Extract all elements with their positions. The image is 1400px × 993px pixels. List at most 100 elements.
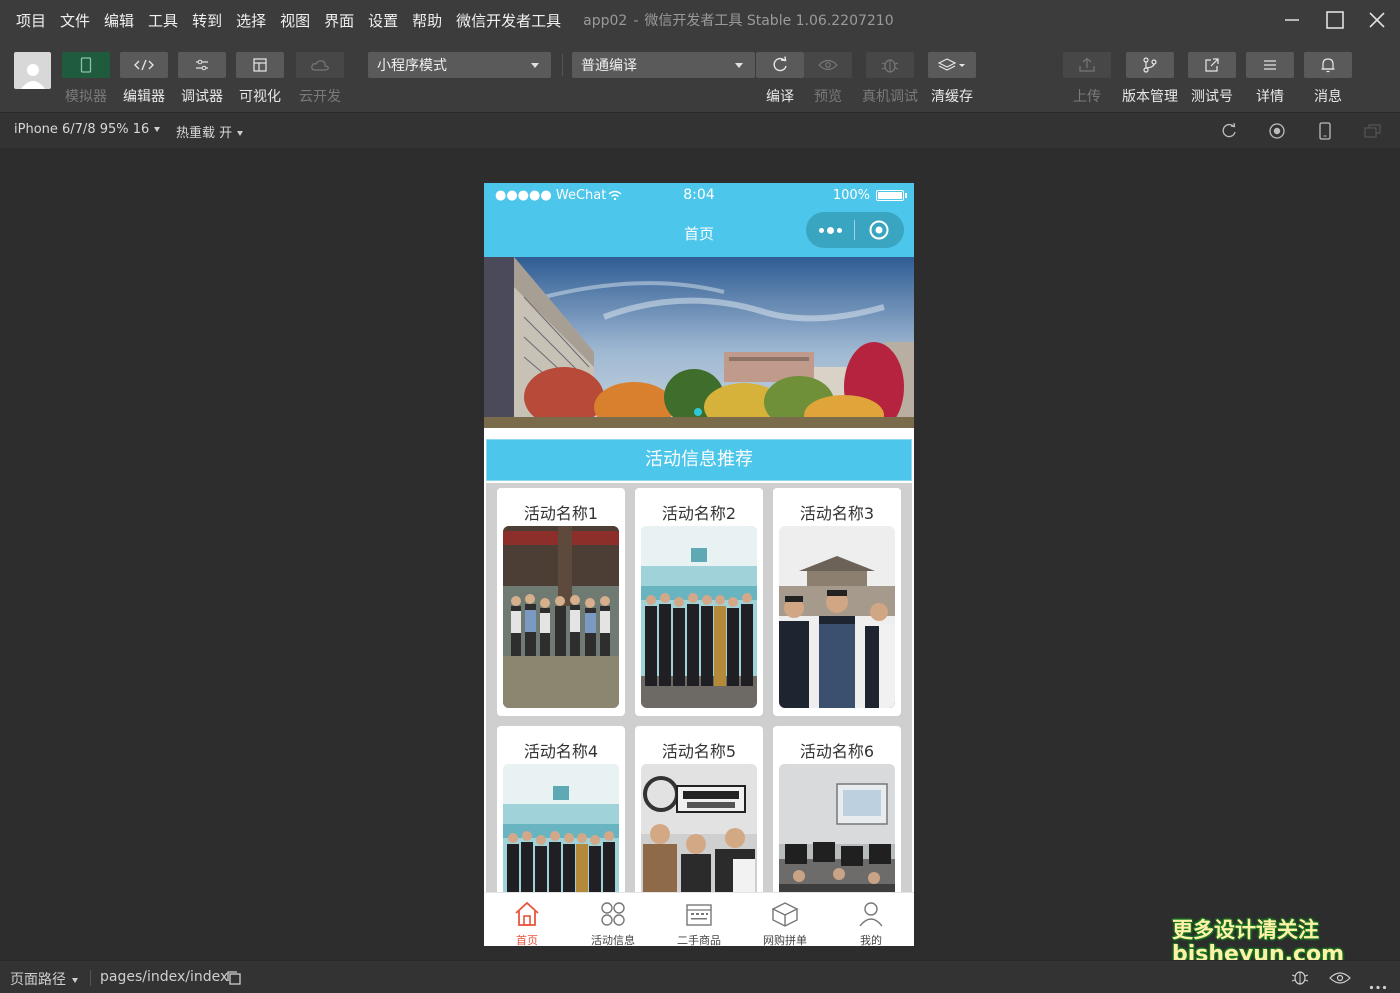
activity-card-title: 活动名称6 <box>799 742 875 761</box>
upload-button[interactable] <box>1063 52 1111 78</box>
menu-interface[interactable]: 界面 <box>324 10 354 31</box>
cloud-icon <box>311 60 329 71</box>
user-icon <box>20 64 45 89</box>
tab-label: 网购拼单 <box>763 934 807 946</box>
rotate-icon[interactable] <box>1219 121 1239 141</box>
section-title: 活动信息推荐 <box>486 439 912 481</box>
menu-view[interactable]: 视图 <box>280 10 310 31</box>
messages-button[interactable] <box>1304 52 1352 78</box>
menu-settings[interactable]: 设置 <box>368 10 398 31</box>
activity-card-2[interactable]: 活动名称2 <box>635 488 763 716</box>
editor-button[interactable] <box>120 52 168 78</box>
copy-icon[interactable] <box>226 970 242 990</box>
activity-photo <box>779 526 895 708</box>
visual-button[interactable] <box>236 52 284 78</box>
window-icon[interactable] <box>1363 121 1383 141</box>
tab-label: 二手商品 <box>677 934 721 946</box>
activity-card-3[interactable]: 活动名称3 <box>773 488 901 716</box>
simulator-button[interactable] <box>62 52 110 78</box>
tab-label: 首页 <box>516 934 538 946</box>
layers-icon <box>938 58 965 71</box>
menu-edit[interactable]: 编辑 <box>104 10 134 31</box>
remote-debug-button[interactable] <box>866 52 914 78</box>
page-path-label: 页面路径 <box>10 972 66 988</box>
device-select-value: iPhone 6/7/8 95% 16 <box>14 122 150 137</box>
menu-bar: 项目 文件 编辑 工具 转到 选择 视图 界面 设置 帮助 微信开发者工具 ap… <box>0 0 1400 40</box>
carousel-indicator[interactable] <box>694 408 702 416</box>
close-target-icon[interactable] <box>855 219 903 241</box>
activity-card-title: 活动名称2 <box>661 504 737 523</box>
preview-button[interactable] <box>804 52 852 78</box>
version-button[interactable] <box>1126 52 1174 78</box>
banner-carousel[interactable] <box>484 257 914 428</box>
page-path-value: pages/index/index <box>100 969 229 985</box>
chevron-down-icon <box>154 127 161 132</box>
visual-label: 可视化 <box>239 89 281 105</box>
record-icon[interactable] <box>1267 121 1287 141</box>
window-title: app02- 微信开发者工具 Stable 1.06.2207210 <box>583 10 893 30</box>
user-icon <box>856 899 886 929</box>
tab-home[interactable]: 首页 <box>484 893 570 946</box>
activity-photo <box>503 526 619 708</box>
menu-tools[interactable]: 工具 <box>148 10 178 31</box>
bug-icon[interactable] <box>1290 968 1310 990</box>
battery-status: 100% <box>832 188 907 203</box>
simulator-bar: iPhone 6/7/8 95% 16 热重载 开 <box>0 112 1400 148</box>
activity-card-title: 活动名称4 <box>523 742 599 761</box>
box-icon <box>770 899 800 929</box>
phone-simulator: ●●●●● WeChat 8:04 100% 首页 活动信息推荐 活动名称1 活… <box>484 183 914 946</box>
phone-icon[interactable] <box>1315 121 1335 141</box>
mini-program-capsule <box>806 212 904 248</box>
hot-reload-select[interactable]: 热重载 开 <box>176 122 244 141</box>
debugger-label: 调试器 <box>181 89 223 105</box>
mode-select[interactable]: 小程序模式 <box>368 52 551 78</box>
menu-wechat-devtools[interactable]: 微信开发者工具 <box>456 10 561 31</box>
tab-label: 活动信息 <box>591 934 635 946</box>
eye-icon[interactable] <box>1329 970 1351 989</box>
cloud-button[interactable] <box>296 52 344 78</box>
debugger-button[interactable] <box>178 52 226 78</box>
menu-help[interactable]: 帮助 <box>412 10 442 31</box>
menu-project[interactable]: 项目 <box>16 10 46 31</box>
upload-label: 上传 <box>1073 89 1101 105</box>
status-divider <box>90 970 91 986</box>
window-title-project: app02 <box>583 13 628 29</box>
activity-grid: 活动名称1 活动名称2 活动名称3 活动名称4 活动名称5 活动名称6 <box>486 483 912 946</box>
compile-select[interactable]: 普通编译 <box>572 52 755 78</box>
page-path-select[interactable]: 页面路径 <box>10 969 78 989</box>
details-button[interactable] <box>1246 52 1294 78</box>
tab-mine[interactable]: 我的 <box>828 893 914 946</box>
menu-file[interactable]: 文件 <box>60 10 90 31</box>
close-icon[interactable] <box>1362 6 1392 34</box>
mode-select-value: 小程序模式 <box>377 58 447 74</box>
menu-select[interactable]: 选择 <box>236 10 266 31</box>
minimize-icon[interactable] <box>1277 6 1307 34</box>
maximize-icon[interactable] <box>1320 6 1350 34</box>
campus-banner-image <box>484 257 914 428</box>
status-bar: 页面路径 pages/index/index <box>0 960 1400 993</box>
device-select[interactable]: iPhone 6/7/8 95% 16 <box>14 122 161 137</box>
menu-icon <box>1264 60 1276 70</box>
clear-cache-button[interactable] <box>928 52 976 78</box>
activity-card-title: 活动名称3 <box>799 504 875 523</box>
tab-second-hand[interactable]: 二手商品 <box>656 893 742 946</box>
messages-label: 消息 <box>1314 89 1342 105</box>
chevron-down-icon <box>531 63 539 68</box>
compile-select-value: 普通编译 <box>581 58 637 74</box>
layout-icon <box>253 58 267 72</box>
window-title-separator: - <box>633 13 639 29</box>
chevron-down-icon <box>735 63 743 68</box>
activity-card-1[interactable]: 活动名称1 <box>497 488 625 716</box>
toolbar: 模拟器 编辑器 调试器 可视化 云开发 小程序模式 普通编译 编译 预览 真机调… <box>0 40 1400 112</box>
chevron-down-icon <box>72 977 78 983</box>
menu-goto[interactable]: 转到 <box>192 10 222 31</box>
compile-button[interactable] <box>756 52 804 78</box>
test-account-button[interactable] <box>1188 52 1236 78</box>
tab-group-buy[interactable]: 网购拼单 <box>742 893 828 946</box>
user-avatar[interactable] <box>14 52 51 89</box>
more-dots-icon[interactable] <box>1369 975 1387 993</box>
tab-activities[interactable]: 活动信息 <box>570 893 656 946</box>
more-dots-icon[interactable] <box>806 226 854 234</box>
battery-percent: 100% <box>832 188 870 203</box>
code-icon <box>134 59 154 71</box>
